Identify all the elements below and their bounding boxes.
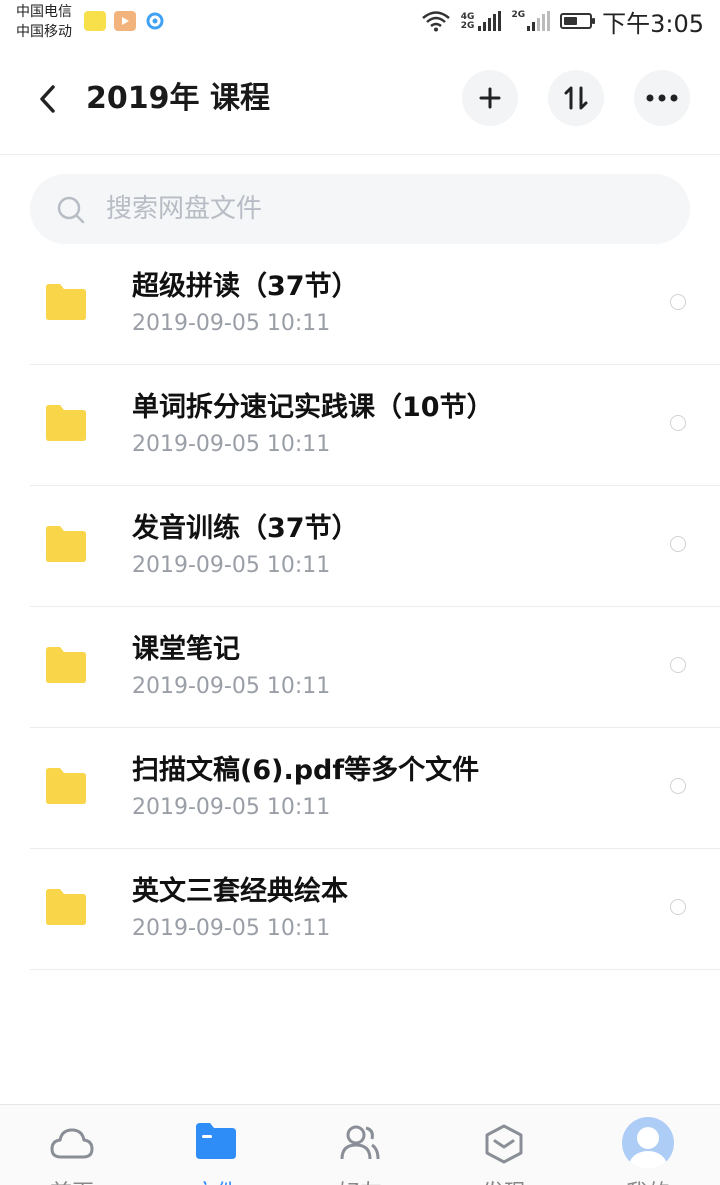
discover-cube-icon [485, 1124, 523, 1164]
carrier-1: 中国电信 [16, 4, 72, 20]
folder-icon [46, 889, 86, 925]
more-button[interactable] [634, 70, 690, 126]
file-name: 扫描文稿(6).pdf等多个文件 [132, 755, 480, 786]
file-date: 2019-09-05 10:11 [132, 553, 331, 578]
status-bar: 中国电信 中国移动 4G 2G 2G 下午3:05 [0, 0, 720, 44]
file-row[interactable]: 课堂笔记 2019-09-05 10:11 [30, 607, 720, 728]
battery-icon [560, 13, 596, 29]
select-radio[interactable] [670, 536, 686, 552]
folder-filled-icon [196, 1123, 236, 1159]
signal-1: 4G 2G [461, 11, 502, 31]
select-radio[interactable] [670, 415, 686, 431]
select-radio[interactable] [670, 657, 686, 673]
nav-profile[interactable]: 我的 [576, 1105, 720, 1185]
search-icon [57, 196, 85, 224]
file-date: 2019-09-05 10:11 [132, 674, 331, 699]
nav-friends[interactable]: 好友 [288, 1105, 432, 1185]
signal-2-type: 2G [511, 10, 526, 20]
video-app-icon [114, 11, 136, 31]
bottom-nav: 首页 文件 好友 发现 我的 [0, 1104, 720, 1185]
chevron-left-icon [40, 85, 55, 113]
search-bar[interactable] [30, 174, 690, 244]
search-input[interactable] [106, 174, 666, 244]
notification-icons [84, 11, 166, 31]
file-name: 单词拆分速记实践课（10节） [132, 392, 494, 423]
signal-1-type-bottom: 2G [460, 21, 475, 31]
nav-discover[interactable]: 发现 [432, 1105, 576, 1185]
folder-icon [46, 526, 86, 562]
sort-icon [564, 86, 588, 110]
clock: 下午3:05 [602, 9, 704, 38]
avatar [622, 1117, 674, 1169]
file-row[interactable]: 单词拆分速记实践课（10节） 2019-09-05 10:11 [30, 365, 720, 486]
file-row[interactable]: 发音训练（37节） 2019-09-05 10:11 [30, 486, 720, 607]
file-date: 2019-09-05 10:11 [132, 795, 331, 820]
file-name: 超级拼读（37节） [132, 271, 359, 302]
file-name: 发音训练（37节） [132, 513, 359, 544]
select-radio[interactable] [670, 899, 686, 915]
friends-icon [340, 1125, 380, 1160]
notification-app-icon [84, 11, 106, 31]
page-title: 2019年 课程 [86, 81, 270, 116]
select-radio[interactable] [670, 778, 686, 794]
battery-level [564, 17, 578, 25]
browser-app-icon [144, 11, 166, 31]
select-radio[interactable] [670, 294, 686, 310]
sort-button[interactable] [548, 70, 604, 126]
file-list: 超级拼读（37节） 2019-09-05 10:11 单词拆分速记实践课（10节… [0, 244, 720, 970]
page-header: 2019年 课程 [0, 44, 720, 155]
file-date: 2019-09-05 10:11 [132, 916, 331, 941]
folder-icon [46, 284, 86, 320]
carrier-2: 中国移动 [16, 24, 72, 40]
nav-files[interactable]: 文件 [144, 1105, 288, 1185]
folder-icon [46, 405, 86, 441]
file-date: 2019-09-05 10:11 [132, 311, 331, 336]
nav-home[interactable]: 首页 [0, 1105, 144, 1185]
signal-bars-icon [478, 11, 502, 31]
add-button[interactable] [462, 70, 518, 126]
file-row[interactable]: 超级拼读（37节） 2019-09-05 10:11 [30, 244, 720, 365]
file-date: 2019-09-05 10:11 [132, 432, 331, 457]
status-indicators: 4G 2G 2G 下午3:05 [421, 6, 704, 38]
signal-bars-icon [527, 11, 551, 31]
folder-icon [46, 768, 86, 804]
file-row[interactable]: 扫描文稿(6).pdf等多个文件 2019-09-05 10:11 [30, 728, 720, 849]
wifi-icon [421, 11, 450, 32]
cloud-icon [50, 1128, 94, 1159]
file-row[interactable]: 英文三套经典绘本 2019-09-05 10:11 [30, 849, 720, 970]
signal-2: 2G [511, 10, 551, 31]
plus-icon [479, 87, 501, 109]
more-dots-icon [646, 94, 678, 102]
file-name: 课堂笔记 [132, 634, 240, 665]
carrier-names: 中国电信 中国移动 [16, 2, 72, 42]
folder-icon [46, 647, 86, 683]
back-button[interactable] [30, 80, 64, 118]
file-name: 英文三套经典绘本 [132, 876, 348, 907]
